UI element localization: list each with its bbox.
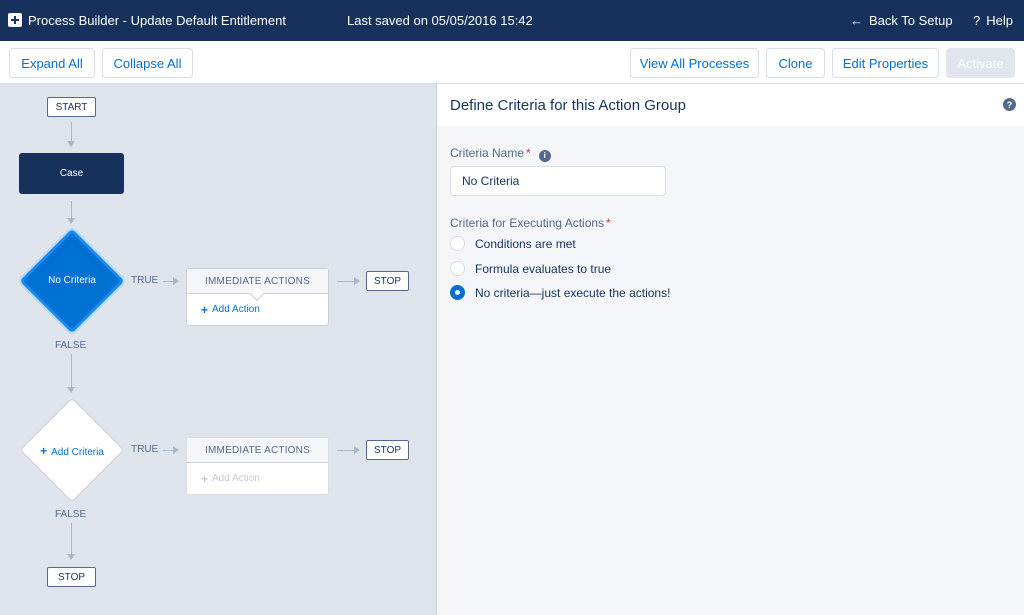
view-all-processes-button[interactable]: View All Processes — [630, 48, 759, 78]
add-criteria-button[interactable]: + Add Criteria — [19, 444, 125, 458]
connector-arrow — [67, 523, 75, 560]
criteria-panel: Define Criteria for this Action Group ? … — [437, 84, 1024, 615]
clone-button[interactable]: Clone — [766, 48, 825, 78]
radio-button[interactable] — [450, 236, 465, 251]
connector-arrow — [67, 201, 75, 224]
immediate-actions-title: IMMEDIATE ACTIONS — [205, 444, 310, 456]
false-label: FALSE — [55, 509, 87, 520]
criteria-name-input[interactable]: No Criteria — [450, 166, 666, 196]
connector-arrow — [67, 122, 75, 147]
stop-node: STOP — [366, 440, 409, 460]
app-header: Process Builder - Update Default Entitle… — [0, 0, 1024, 41]
plus-icon: + — [40, 444, 48, 458]
required-marker: * — [606, 216, 611, 230]
toolbar: Expand All Collapse All View All Process… — [0, 41, 1024, 84]
true-label: TRUE — [131, 275, 159, 286]
edit-properties-button[interactable]: Edit Properties — [832, 48, 939, 78]
add-action-label: Add Action — [212, 304, 260, 315]
end-stop-node: STOP — [47, 567, 96, 587]
false-label: FALSE — [55, 340, 87, 351]
connector-arrow — [337, 277, 360, 285]
option-formula-true[interactable]: Formula evaluates to true — [450, 261, 611, 276]
add-action-label: Add Action — [212, 473, 260, 484]
option-conditions-met[interactable]: Conditions are met — [450, 236, 576, 251]
executing-actions-label-text: Criteria for Executing Actions — [450, 216, 605, 230]
back-to-setup-label: Back To Setup — [869, 13, 953, 28]
option-no-criteria[interactable]: No criteria—just execute the actions! — [450, 285, 670, 300]
option-label: Conditions are met — [475, 236, 576, 251]
executing-actions-label: Criteria for Executing Actions * — [450, 216, 611, 230]
process-canvas: START Case No Criteria TRUE IMMEDIATE AC… — [0, 84, 437, 615]
expand-all-button[interactable]: Expand All — [9, 48, 95, 78]
panel-header: Define Criteria for this Action Group ? — [437, 84, 1024, 126]
collapse-all-button[interactable]: Collapse All — [102, 48, 193, 78]
help-icon[interactable]: ? — [1003, 98, 1016, 111]
add-criteria-label: Add Criteria — [51, 447, 104, 458]
panel-title: Define Criteria for this Action Group — [450, 97, 686, 114]
immediate-actions-card-2: IMMEDIATE ACTIONS + Add Action — [186, 437, 329, 495]
stop-node: STOP — [366, 271, 409, 291]
help-label: Help — [986, 13, 1013, 28]
radio-button-selected[interactable] — [450, 285, 465, 300]
plus-icon: + — [201, 302, 209, 317]
immediate-actions-title: IMMEDIATE ACTIONS — [205, 275, 310, 287]
help-link[interactable]: ? Help — [973, 13, 1013, 28]
info-icon[interactable]: i — [538, 149, 551, 162]
plus-icon: + — [201, 471, 209, 486]
start-node: START — [47, 97, 96, 117]
immediate-actions-header: IMMEDIATE ACTIONS — [187, 269, 328, 302]
question-icon: ? — [973, 13, 981, 28]
criteria-node-1-label: No Criteria — [48, 275, 96, 286]
criteria-name-label: Criteria Name * i — [450, 146, 551, 162]
back-to-setup-link[interactable]: ← Back To Setup — [850, 13, 953, 28]
radio-button[interactable] — [450, 261, 465, 276]
connector-arrow — [163, 446, 179, 454]
process-builder-icon — [8, 13, 22, 27]
object-node[interactable]: Case — [19, 153, 124, 194]
connector-arrow — [67, 354, 75, 393]
criteria-name-label-text: Criteria Name — [450, 146, 525, 160]
immediate-actions-header: IMMEDIATE ACTIONS — [187, 438, 328, 463]
add-action-button-disabled: + Add Action — [187, 463, 328, 494]
option-label: No criteria—just execute the actions! — [475, 285, 671, 300]
last-saved-text: Last saved on 05/05/2016 15:42 — [347, 13, 533, 28]
connector-arrow — [163, 277, 179, 285]
required-marker: * — [526, 146, 531, 160]
immediate-actions-card-1: IMMEDIATE ACTIONS + Add Action — [186, 268, 329, 326]
connector-arrow — [337, 446, 360, 454]
true-label: TRUE — [131, 444, 159, 455]
arrow-left-icon: ← — [850, 13, 863, 28]
activate-button[interactable]: Activate — [946, 48, 1015, 78]
app-title: Process Builder - Update Default Entitle… — [28, 13, 286, 28]
option-label: Formula evaluates to true — [475, 261, 612, 276]
